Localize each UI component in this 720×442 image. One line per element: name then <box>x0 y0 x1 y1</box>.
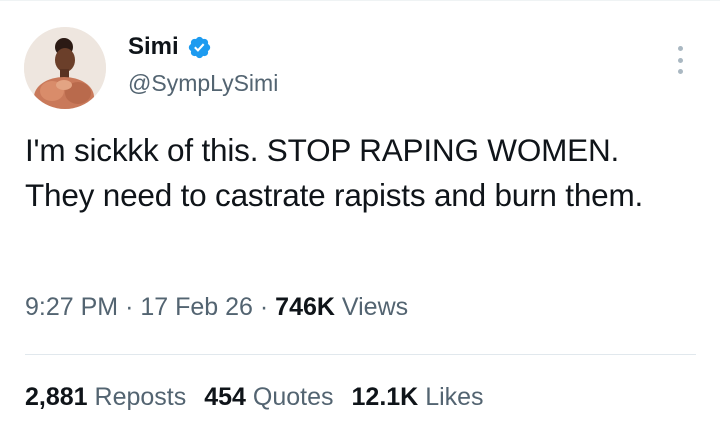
meta-separator: · <box>259 293 269 321</box>
tweet-meta: 9:27 PM · 17 Feb 26 · 746K Views <box>25 293 408 322</box>
verified-badge-icon <box>187 35 212 60</box>
engagement-stats: 2,881 Reposts 454 Quotes 12.1K Likes <box>25 383 502 412</box>
tweet-text: I'm sickkk of this. STOP RAPING WOMEN. T… <box>25 132 644 213</box>
avatar[interactable] <box>24 27 106 109</box>
quotes-label: Quotes <box>252 383 334 411</box>
reposts-count: 2,881 <box>25 383 88 411</box>
views-label: Views <box>341 293 409 321</box>
quotes-stat[interactable]: 454 Quotes <box>204 383 333 411</box>
more-dot <box>677 57 683 63</box>
stats-divider <box>25 354 696 355</box>
more-dot <box>677 69 683 74</box>
author-handle[interactable]: @SympLySimi <box>128 70 278 97</box>
top-divider <box>0 0 720 1</box>
avatar-image <box>24 27 106 109</box>
views-count: 746K <box>275 293 335 321</box>
more-options-icon[interactable] <box>668 42 692 78</box>
reposts-label: Reposts <box>94 383 187 411</box>
likes-label: Likes <box>425 383 484 411</box>
quotes-count: 454 <box>204 383 246 411</box>
author-name-row: Simi <box>128 30 212 64</box>
tweet-time[interactable]: 9:27 PM <box>25 293 118 321</box>
likes-count: 12.1K <box>351 383 419 411</box>
more-dot <box>677 46 683 51</box>
tweet-date[interactable]: 17 Feb 26 <box>140 293 253 321</box>
author-display-name[interactable]: Simi <box>128 33 179 61</box>
meta-separator: · <box>125 293 134 321</box>
reposts-stat[interactable]: 2,881 Reposts <box>25 383 186 411</box>
likes-stat[interactable]: 12.1K Likes <box>352 383 484 411</box>
